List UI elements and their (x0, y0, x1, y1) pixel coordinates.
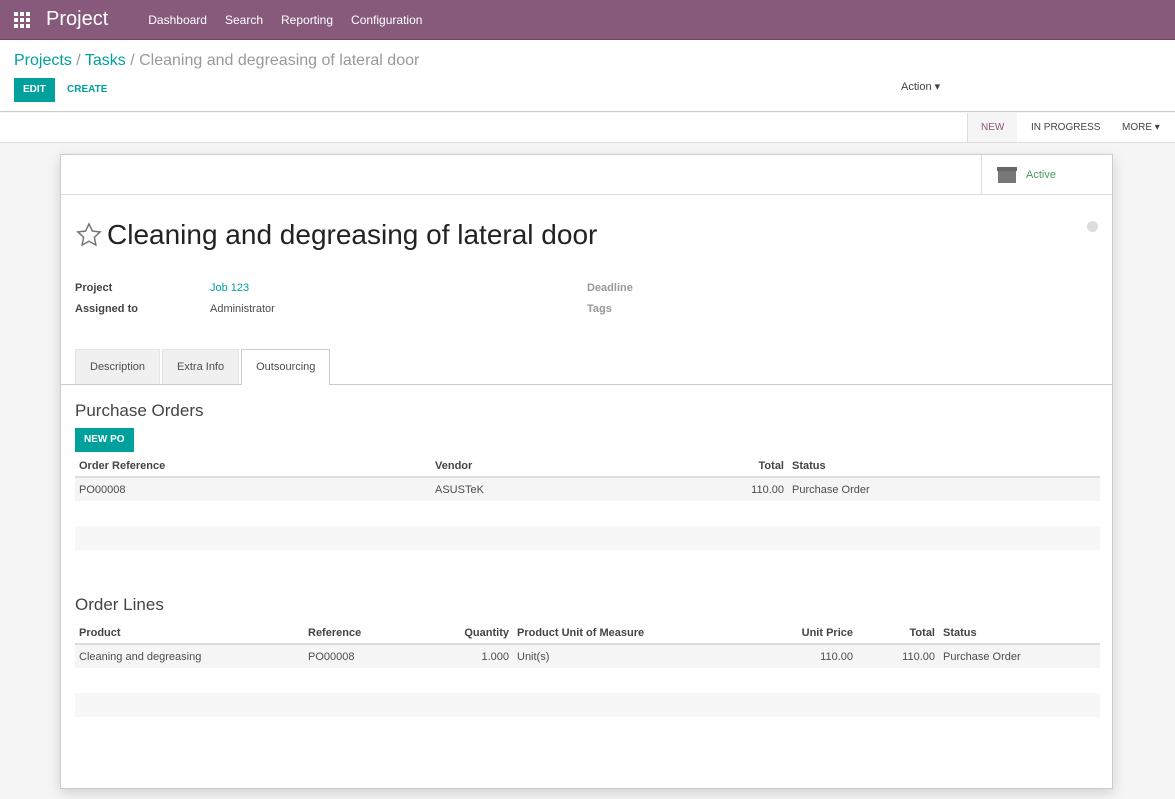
col-status[interactable]: Status (788, 455, 1100, 478)
col-vendor[interactable]: Vendor (431, 455, 731, 478)
status-bar: NEW IN PROGRESS MORE ▾ (0, 113, 1175, 143)
kanban-state-icon[interactable] (1087, 221, 1098, 232)
button-box: Active (61, 155, 1112, 195)
edit-button[interactable]: EDIT (14, 78, 55, 102)
col-total[interactable]: Total (857, 622, 939, 645)
purchase-orders-heading: Purchase Orders (75, 401, 204, 420)
breadcrumb: Projects / Tasks / Cleaning and degreasi… (14, 52, 419, 70)
assigned-value[interactable]: Administrator (210, 303, 275, 315)
notebook-tabs: Description Extra Info Outsourcing (75, 349, 332, 385)
table-row[interactable]: PO00008 ASUSTeK 110.00 Purchase Order (75, 477, 1100, 501)
breadcrumb-tasks[interactable]: Tasks (85, 52, 126, 69)
col-unit-price[interactable]: Unit Price (743, 622, 857, 645)
menu-configuration[interactable]: Configuration (351, 13, 422, 27)
breadcrumb-sep: / (130, 52, 135, 69)
cell-unit-price: 110.00 (743, 644, 857, 668)
cell-total: 110.00 (857, 644, 939, 668)
task-title: Cleaning and degreasing of lateral door (75, 219, 597, 251)
cell-quantity: 1.000 (414, 644, 513, 668)
breadcrumb-sep: / (76, 52, 81, 69)
apps-grid-icon[interactable] (14, 11, 32, 28)
stage-new[interactable]: NEW (981, 113, 1004, 142)
star-icon[interactable] (75, 221, 103, 249)
empty-row (75, 526, 1100, 550)
col-uom[interactable]: Product Unit of Measure (513, 622, 743, 645)
app-brand[interactable]: Project (46, 8, 108, 31)
create-button[interactable]: CREATE (58, 78, 116, 102)
stage-more[interactable]: MORE ▾ (1122, 113, 1160, 142)
assigned-label: Assigned to (75, 303, 138, 315)
project-label: Project (75, 282, 113, 294)
col-total[interactable]: Total (731, 455, 788, 478)
col-status[interactable]: Status (939, 622, 1100, 645)
menu-search[interactable]: Search (225, 13, 263, 27)
active-toggle-button[interactable]: Active (981, 155, 1112, 194)
table-row[interactable]: Cleaning and degreasing PO00008 1.000 Un… (75, 644, 1100, 668)
active-label: Active (1026, 168, 1056, 181)
empty-row (75, 693, 1100, 717)
cell-reference: PO00008 (304, 644, 414, 668)
archive-icon (997, 166, 1017, 183)
cell-status: Purchase Order (939, 644, 1100, 668)
cell-product: Cleaning and degreasing (75, 644, 304, 668)
cell-ref: PO00008 (75, 477, 431, 501)
task-name: Cleaning and degreasing of lateral door (107, 219, 598, 250)
cell-status: Purchase Order (788, 477, 1100, 501)
tab-description[interactable]: Description (75, 349, 161, 384)
tab-extra-info[interactable]: Extra Info (162, 349, 240, 384)
breadcrumb-current: Cleaning and degreasing of lateral door (139, 52, 420, 69)
purchase-orders-table: Order Reference Vendor Total Status PO00… (75, 455, 1100, 501)
form-sheet: Active Cleaning and degreasing of latera… (60, 154, 1113, 789)
col-reference[interactable]: Reference (304, 622, 414, 645)
breadcrumb-projects[interactable]: Projects (14, 52, 72, 69)
stage-in-progress[interactable]: IN PROGRESS (1031, 113, 1100, 142)
cell-total: 110.00 (731, 477, 788, 501)
order-lines-heading: Order Lines (75, 595, 164, 614)
control-panel: Projects / Tasks / Cleaning and degreasi… (0, 40, 1175, 112)
col-order-reference[interactable]: Order Reference (75, 455, 431, 478)
cell-vendor: ASUSTeK (431, 477, 731, 501)
action-dropdown[interactable]: Action ▾ (901, 80, 940, 93)
col-product[interactable]: Product (75, 622, 304, 645)
deadline-label: Deadline (587, 282, 633, 294)
cell-uom: Unit(s) (513, 644, 743, 668)
order-lines-table: Product Reference Quantity Product Unit … (75, 622, 1100, 668)
menu-dashboard[interactable]: Dashboard (148, 13, 207, 27)
top-navbar: Project Dashboard Search Reporting Confi… (0, 0, 1175, 40)
project-link[interactable]: Job 123 (210, 282, 249, 294)
col-quantity[interactable]: Quantity (414, 622, 513, 645)
tab-outsourcing[interactable]: Outsourcing (241, 349, 331, 385)
tags-label: Tags (587, 303, 612, 315)
new-po-button[interactable]: NEW PO (75, 428, 134, 452)
menu-reporting[interactable]: Reporting (281, 13, 333, 27)
